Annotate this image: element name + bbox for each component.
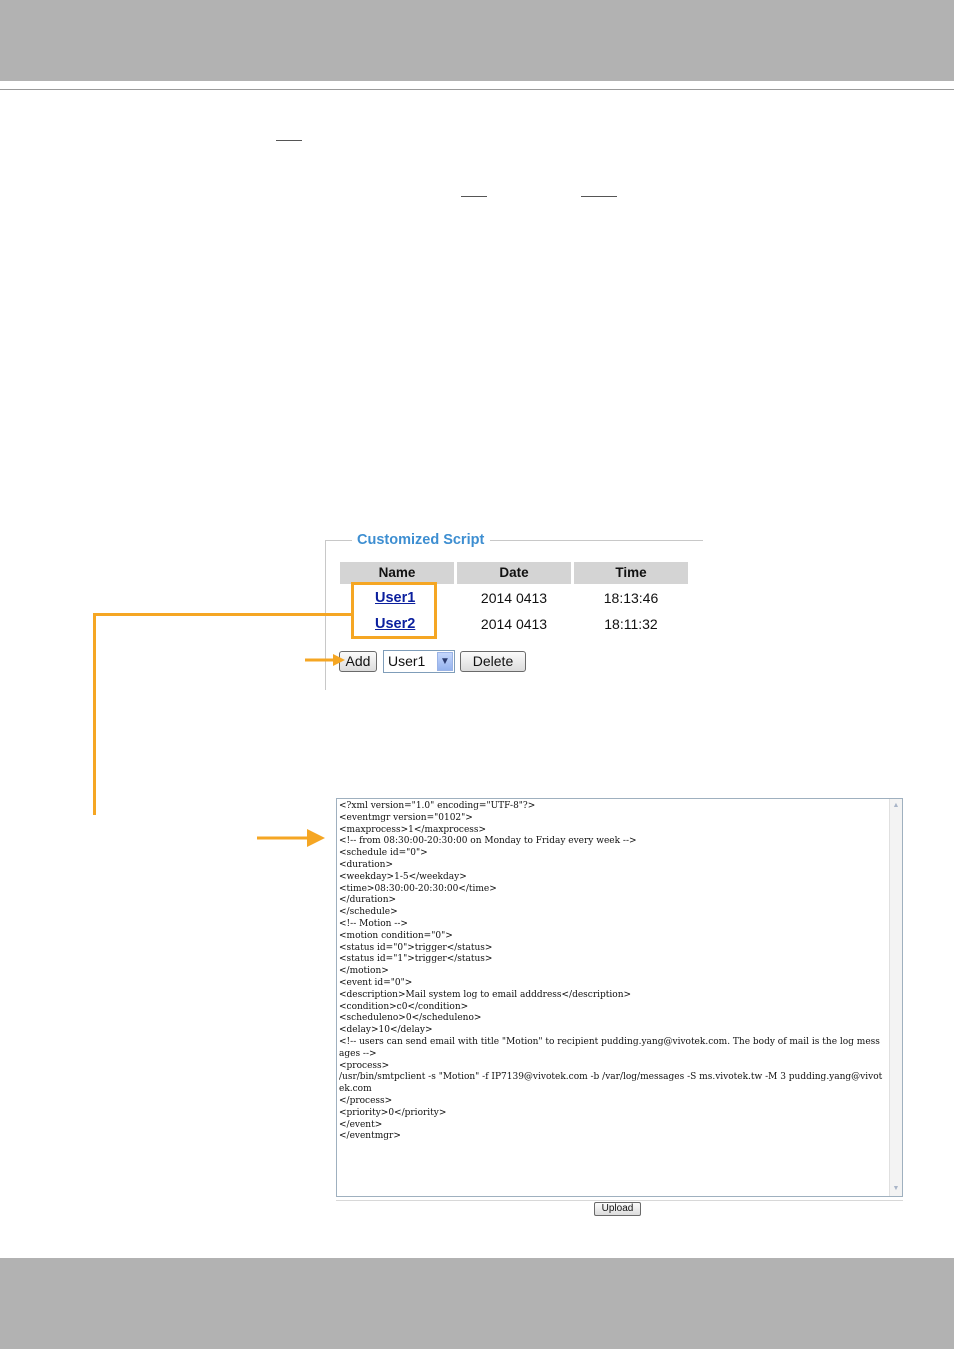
blank-underline — [276, 140, 302, 141]
column-header-name: Name — [340, 562, 454, 584]
column-header-date: Date — [457, 562, 571, 584]
vertical-scrollbar[interactable]: ▲ ▼ — [889, 799, 902, 1196]
arrow-right-icon — [305, 654, 345, 666]
editor-divider — [336, 1200, 903, 1201]
top-header-bar — [0, 0, 954, 81]
blank-underline — [581, 196, 617, 197]
delete-button[interactable]: Delete — [460, 651, 526, 672]
chevron-down-icon[interactable]: ▼ — [437, 652, 453, 671]
user-select[interactable]: User1 ▼ — [383, 650, 455, 673]
column-header-time: Time — [574, 562, 688, 584]
script-time: 18:11:32 — [604, 616, 658, 632]
scroll-up-icon[interactable]: ▲ — [890, 800, 902, 812]
script-date: 2014 0413 — [480, 616, 548, 632]
script-content[interactable]: <?xml version="1.0" encoding="UTF-8"?> <… — [339, 801, 884, 1143]
fieldset-border — [490, 540, 703, 541]
header-divider — [0, 89, 954, 90]
bottom-footer-bar — [0, 1258, 954, 1349]
user-select-value: User1 — [388, 653, 426, 669]
fieldset-border — [325, 540, 352, 541]
script-panel-title: Customized Script — [357, 532, 485, 548]
blank-underline — [461, 196, 487, 197]
upload-button[interactable]: Upload — [594, 1202, 641, 1216]
script-textarea[interactable]: <?xml version="1.0" encoding="UTF-8"?> <… — [336, 798, 903, 1197]
script-date: 2014 0413 — [480, 590, 548, 606]
callout-line — [93, 613, 351, 616]
scroll-down-icon[interactable]: ▼ — [890, 1183, 902, 1195]
highlight-box — [351, 582, 437, 639]
callout-line — [93, 613, 96, 815]
script-time: 18:13:46 — [603, 590, 659, 606]
arrow-right-icon — [257, 829, 325, 847]
